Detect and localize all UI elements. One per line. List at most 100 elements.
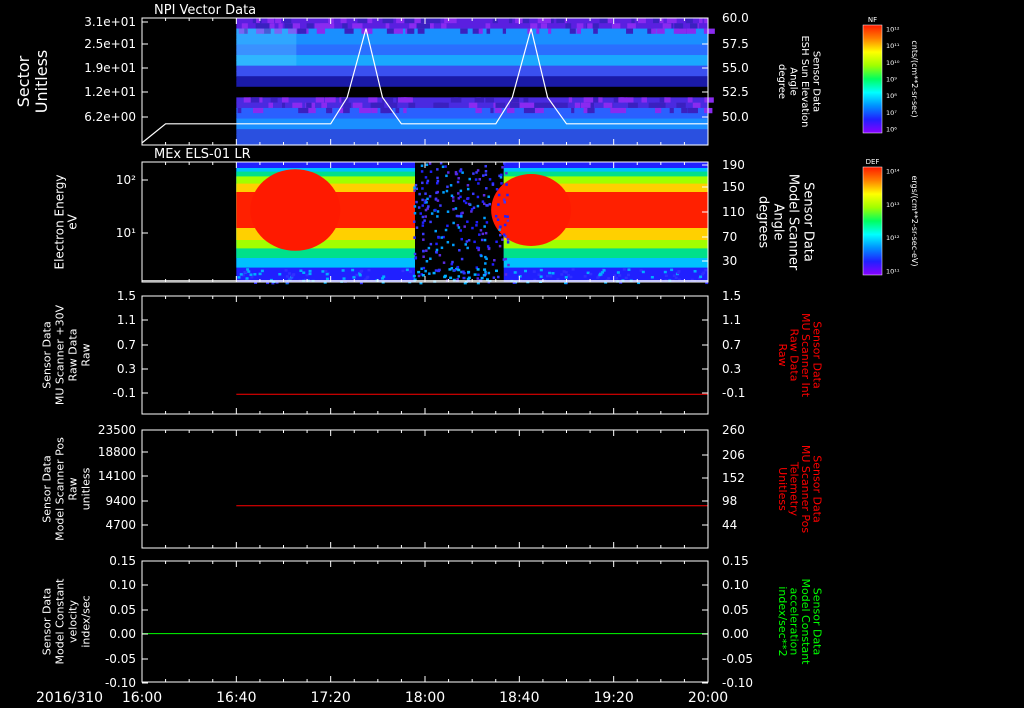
left-axis-label-line: Raw: [67, 477, 80, 500]
els-heatmap-noise: [504, 215, 507, 218]
right-axis-label-line: Model Scanner: [786, 174, 801, 271]
els-heatmap-noise: [485, 221, 489, 224]
els-heatmap-noise: [569, 275, 573, 279]
els-heatmap-noise: [413, 186, 416, 189]
npi-heatmap-speck: [408, 102, 416, 108]
npi-heatmap-row: [236, 60, 709, 67]
npi-heatmap-speck: [343, 102, 351, 108]
els-heatmap-noise: [436, 199, 440, 202]
els-heatmap-noise: [459, 229, 462, 232]
els-heatmap-noise: [589, 272, 593, 276]
els-heatmap-noise: [503, 200, 507, 204]
right-tick-label: 0.7: [722, 338, 741, 352]
els-heatmap-noise: [463, 225, 466, 228]
npi-heatmap-speck: [690, 23, 698, 29]
els-heatmap-noise: [476, 246, 479, 250]
npi-heatmap-speck: [537, 18, 545, 24]
els-heatmap-noise: [457, 192, 460, 195]
els-heatmap-noise: [414, 256, 417, 260]
els-heatmap-noise: [249, 273, 253, 276]
npi-heatmap-speck: [298, 107, 309, 114]
els-heatmap-noise: [549, 275, 553, 278]
left-tick-label: 9400: [105, 494, 136, 508]
time-tick-label: 17:20: [310, 690, 350, 706]
els-heatmap-noise: [497, 275, 500, 279]
npi-heatmap-speck: [270, 97, 278, 103]
els-heatmap-noise: [429, 257, 432, 261]
npi-heatmap-speck: [583, 97, 594, 103]
npi-heatmap-speck: [404, 18, 415, 24]
npi-heatmap-speck: [524, 102, 535, 108]
npi-heatmap-speck: [269, 23, 275, 29]
npi-heatmap-speck: [651, 28, 657, 34]
npi-heatmap-speck: [656, 28, 665, 34]
els-heatmap-noise: [464, 243, 468, 246]
right-tick-label: 57.5: [722, 37, 749, 51]
els-heatmap-noise: [412, 274, 416, 278]
els-heatmap-noise: [507, 263, 510, 267]
npi-heatmap-speck: [626, 28, 634, 34]
els-heatmap-noise: [478, 178, 482, 181]
els-heatmap-noise: [499, 233, 502, 237]
els-heatmap-noise: [485, 204, 488, 207]
els-heatmap-noise: [260, 269, 264, 273]
npi-heatmap-speck: [382, 18, 394, 24]
els-heatmap-noise: [415, 187, 419, 191]
els-heatmap-noise: [414, 183, 418, 187]
npi-heatmap-speck: [666, 18, 677, 24]
npi-heatmap-speck: [495, 102, 506, 108]
els-heatmap-noise: [473, 273, 477, 276]
els-heatmap-noise: [484, 231, 488, 235]
els-heatmap-noise: [428, 162, 432, 165]
npi-heatmap-speck: [416, 23, 426, 29]
right-tick-label: 260: [722, 423, 745, 437]
npi-heatmap-speck: [395, 107, 400, 114]
els-heatmap-noise: [491, 183, 495, 186]
npi-heatmap-speck: [699, 18, 703, 24]
els-heatmap-noise: [476, 277, 480, 280]
npi-heatmap-speck: [676, 102, 686, 108]
els-heatmap-noise: [422, 255, 425, 258]
els-heatmap-noise: [484, 270, 487, 274]
npi-heatmap-speck: [357, 18, 368, 24]
npi-heatmap-speck: [396, 18, 405, 24]
els-heatmap-noise: [413, 220, 416, 223]
els-heatmap-noise: [482, 194, 486, 197]
els-heatmap-noise: [507, 163, 511, 167]
left-tick-label: 14100: [98, 469, 136, 483]
els-heatmap-noise: [468, 177, 471, 181]
els-heatmap-noise: [615, 277, 619, 280]
els-heatmap-noise: [482, 273, 486, 277]
els-heatmap-noise: [504, 269, 508, 272]
els-heatmap-noise: [424, 176, 428, 179]
els-heatmap-noise: [503, 223, 507, 227]
els-heatmap-noise: [449, 184, 453, 187]
els-heatmap-noise: [641, 270, 645, 274]
els-heatmap-noise: [429, 242, 433, 246]
els-heatmap-noise: [302, 271, 306, 274]
right-axis-label-line: Unitless: [776, 467, 789, 511]
els-heatmap-noise: [462, 199, 466, 203]
left-tick-label: 18800: [98, 445, 136, 459]
npi-heatmap-row: [236, 33, 709, 40]
els-heatmap-noise: [571, 268, 575, 271]
els-heatmap-noise: [424, 269, 427, 273]
els-heatmap-noise: [417, 206, 421, 209]
els-heatmap-noise: [418, 192, 421, 196]
els-heatmap-noise: [475, 220, 479, 224]
els-heatmap-noise: [425, 249, 428, 252]
els-heatmap-noise: [440, 236, 443, 239]
npi-heatmap-speck: [256, 18, 260, 24]
els-heatmap-noise: [436, 215, 439, 218]
colorbar-unit: cnts/(cm**2-sr-sec): [910, 40, 919, 117]
els-heatmap-noise: [627, 273, 631, 277]
npi-heatmap-speck: [655, 107, 662, 114]
els-heatmap-noise: [285, 275, 289, 278]
els-heatmap-noise: [426, 179, 430, 183]
npi-heatmap-speck: [284, 23, 293, 29]
els-heatmap-noise: [506, 241, 510, 244]
npi-heatmap-speck: [530, 23, 538, 29]
npi-heatmap-speck: [655, 102, 666, 108]
els-heatmap-noise: [473, 240, 476, 244]
els-heatmap-noise: [539, 275, 543, 278]
